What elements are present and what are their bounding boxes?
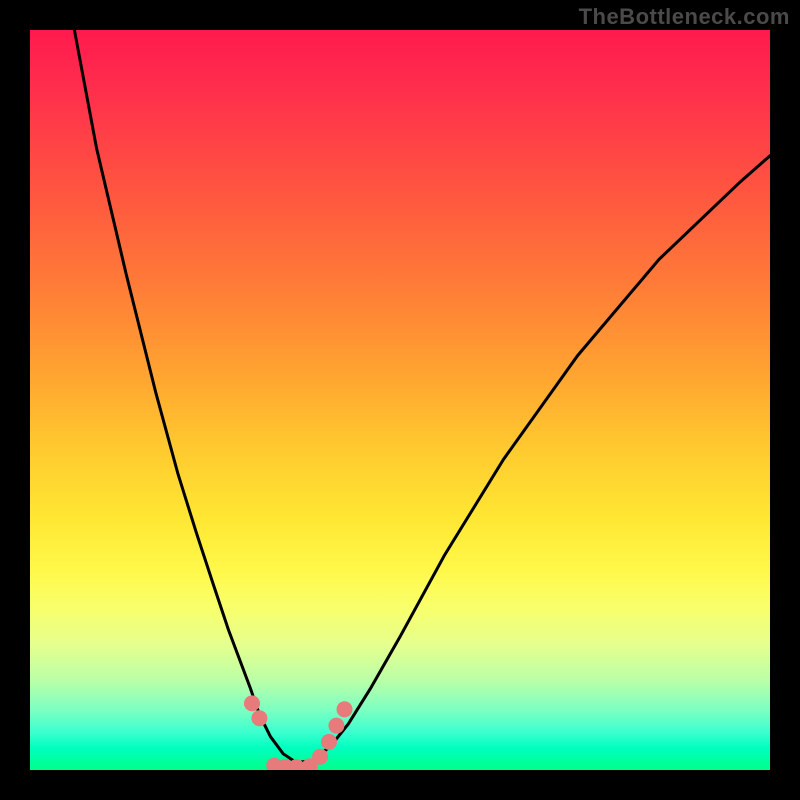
dot-marker <box>328 718 344 734</box>
dot-marker <box>251 710 267 726</box>
chart-frame: TheBottleneck.com <box>0 0 800 800</box>
dot-marker <box>337 701 353 717</box>
dot-marker <box>244 695 260 711</box>
watermark-text: TheBottleneck.com <box>579 4 790 30</box>
dot-marker <box>312 749 328 765</box>
dot-marker <box>321 734 337 750</box>
plot-area <box>30 30 770 770</box>
bottleneck-curve <box>74 30 770 763</box>
curve-svg <box>30 30 770 770</box>
bottom-dots <box>244 695 353 770</box>
